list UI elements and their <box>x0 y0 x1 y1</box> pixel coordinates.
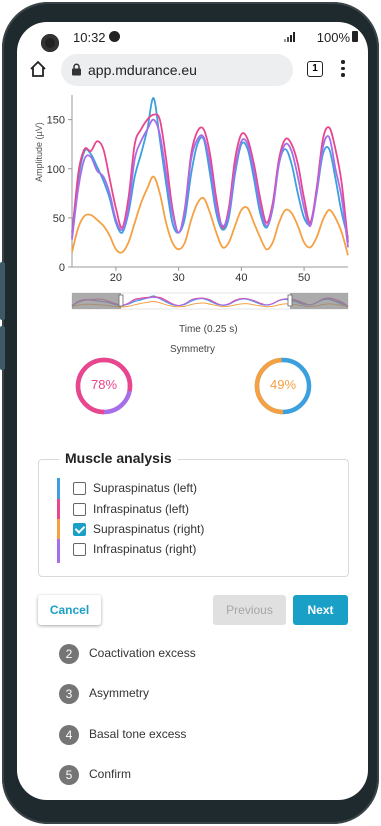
series-line <box>71 118 349 248</box>
browser-menu-icon[interactable] <box>341 60 345 80</box>
symmetry-right-value: 49% <box>270 377 297 392</box>
power-button <box>0 326 5 370</box>
muscle-item[interactable]: Supraspinatus (right) <box>57 519 297 543</box>
muscle-analysis-title: Muscle analysis <box>59 450 178 466</box>
battery-percent: 100% <box>316 30 350 45</box>
y-tick-label: 150 <box>47 115 65 127</box>
symmetry-title: Symmetry <box>170 344 215 355</box>
navigator-handle-left[interactable] <box>118 294 124 307</box>
step-label: Coactivation excess <box>89 646 196 660</box>
muscle-checkbox[interactable] <box>73 523 86 536</box>
spotify-icon <box>109 31 120 42</box>
muscle-label: Supraspinatus (left) <box>93 481 198 495</box>
previous-button[interactable]: Previous <box>213 595 286 625</box>
muscle-label: Supraspinatus (right) <box>93 522 205 536</box>
muscle-item[interactable]: Infraspinatus (right) <box>57 539 297 563</box>
range-navigator[interactable] <box>71 292 349 310</box>
step-number: 3 <box>59 684 79 704</box>
y-axis-label: Amplitude (µV) <box>34 122 44 182</box>
muscle-checkbox[interactable] <box>73 503 86 516</box>
x-axis-label: Time (0.25 s) <box>179 324 238 335</box>
status-bar: 10:32 100% <box>17 22 368 52</box>
cancel-button[interactable]: Cancel <box>38 595 101 625</box>
step-label: Basal tone excess <box>89 727 187 741</box>
step-item[interactable]: 4 Basal tone excess <box>59 725 309 745</box>
muscle-label: Infraspinatus (left) <box>93 502 190 516</box>
tab-switcher-button[interactable]: 1 <box>307 61 323 77</box>
lock-icon <box>72 63 81 76</box>
x-tick-label: 30 <box>173 272 185 284</box>
chart-axes <box>71 95 348 268</box>
emg-chart: 20 30 40 50 0 50 100 150 <box>47 95 349 310</box>
muscle-item[interactable]: Infraspinatus (left) <box>57 499 297 523</box>
battery-icon <box>352 31 358 42</box>
symmetry-left-value: 78% <box>91 377 118 392</box>
muscle-checkbox[interactable] <box>73 482 86 495</box>
muscle-color-bar <box>57 539 60 563</box>
step-item[interactable]: 5 Confirm <box>59 765 309 785</box>
status-time: 10:32 <box>73 30 106 45</box>
muscle-checkbox[interactable] <box>73 543 86 556</box>
y-tick-label: 0 <box>59 262 65 274</box>
y-tick-label: 50 <box>53 213 65 225</box>
signal-icon <box>284 32 295 42</box>
navigator-handle-right[interactable] <box>287 294 293 307</box>
chart-series <box>71 97 349 256</box>
home-icon[interactable] <box>29 60 47 78</box>
address-bar[interactable]: app.mdurance.eu <box>61 54 293 86</box>
step-item[interactable]: 2 Coactivation excess <box>59 644 309 664</box>
muscle-item[interactable]: Supraspinatus (left) <box>57 478 297 502</box>
muscle-label: Infraspinatus (right) <box>93 542 197 556</box>
next-button[interactable]: Next <box>293 595 348 625</box>
navigator-mask-left <box>72 293 121 309</box>
x-tick-label: 20 <box>110 272 122 284</box>
muscle-analysis-panel: Muscle analysis Supraspinatus (left) Inf… <box>38 450 349 577</box>
step-number: 4 <box>59 725 79 745</box>
step-label: Asymmetry <box>89 686 149 700</box>
chart-ticks: 20 30 40 50 0 50 100 150 <box>47 115 311 284</box>
step-label: Confirm <box>89 767 132 781</box>
x-tick-label: 50 <box>298 272 310 284</box>
step-number: 5 <box>59 765 79 785</box>
browser-toolbar: app.mdurance.eu 1 <box>17 50 368 90</box>
step-number: 2 <box>59 644 79 664</box>
navigator-mask-right <box>290 293 348 309</box>
y-tick-label: 100 <box>47 164 65 176</box>
url-text: app.mdurance.eu <box>88 62 197 78</box>
phone-screen: 10:32 100% app.mdurance.eu 1 20 30 40 50 0 50… <box>17 22 368 800</box>
step-item[interactable]: 3 Asymmetry <box>59 684 309 704</box>
volume-button <box>0 262 5 320</box>
x-tick-label: 40 <box>235 272 247 284</box>
